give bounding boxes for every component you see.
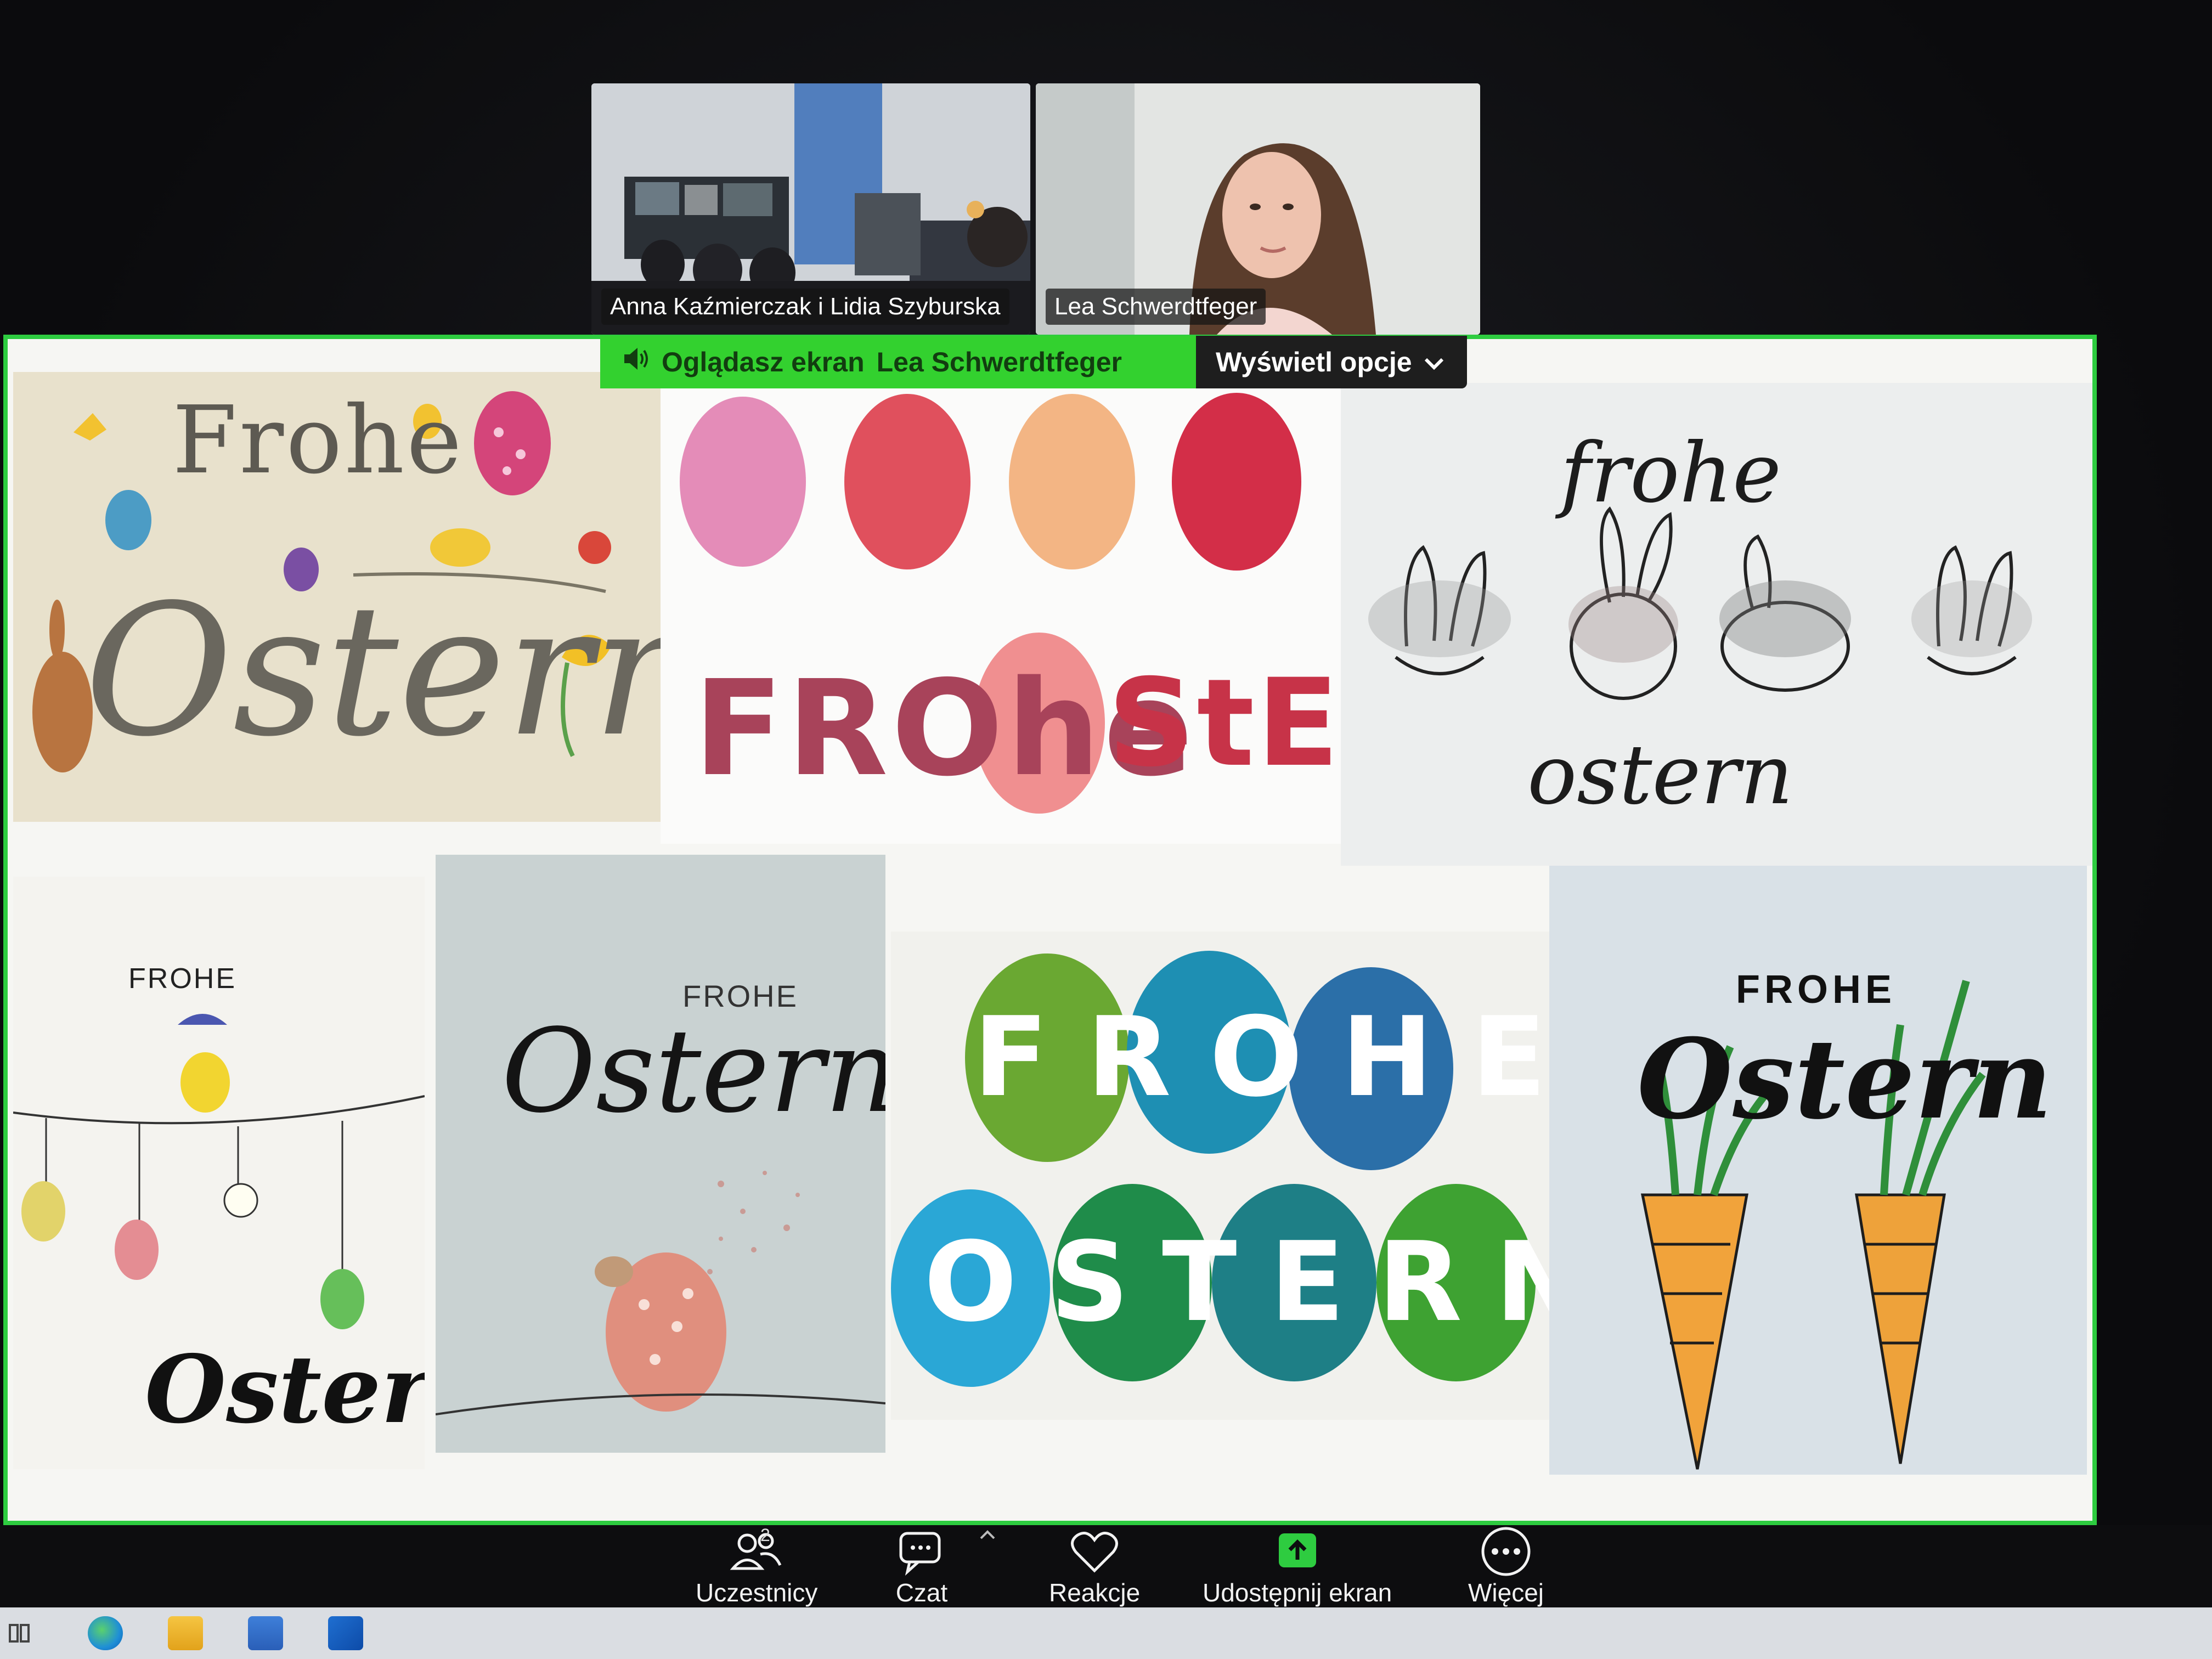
presenter-name: Lea Schwerdtfeger bbox=[876, 347, 1122, 377]
card-7-illustration bbox=[1640, 980, 1986, 1470]
participant-tile-anna-lidia[interactable]: Anna Kaźmierczak i Lidia Szyburska bbox=[591, 83, 1030, 335]
chat-button[interactable]: Czat bbox=[895, 1525, 948, 1607]
reactions-label: Reakcje bbox=[1049, 1578, 1141, 1607]
share-screen-label: Udostępnij ekran bbox=[1203, 1578, 1392, 1607]
easter-card-bunnies: frohe ostern bbox=[1341, 383, 2092, 866]
reactions-button[interactable]: Reakcje bbox=[1049, 1525, 1140, 1607]
easter-card-watercolor-eggs: FROhe StERN bbox=[661, 372, 1341, 844]
file-explorer-icon[interactable] bbox=[168, 1616, 203, 1650]
participants-icon bbox=[726, 1525, 787, 1578]
task-view-icon[interactable] bbox=[7, 1616, 32, 1650]
participants-label: Uczestnicy bbox=[696, 1578, 818, 1607]
shared-screen: Frohe Ostern FROhe StERN bbox=[3, 335, 2097, 1525]
easter-card-carrots: FROHE Ostern bbox=[1549, 866, 2087, 1475]
card-5-illustration bbox=[436, 1171, 885, 1415]
zoom-meeting-window: Anna Kaźmierczak i Lidia Szyburska Lea S… bbox=[0, 0, 2212, 1659]
participants-count: 2 bbox=[760, 1525, 770, 1545]
view-options-label: Wyświetl opcje bbox=[1216, 347, 1412, 377]
chat-label: Czat bbox=[895, 1578, 948, 1607]
easter-card-garland: FROHE Ostern bbox=[13, 877, 425, 1469]
viewing-label: Oglądasz ekran bbox=[662, 347, 865, 377]
more-icon bbox=[1479, 1525, 1533, 1578]
card-1-frohe: Frohe bbox=[172, 386, 464, 495]
speaker-icon[interactable] bbox=[622, 346, 650, 378]
view-options-button[interactable]: Wyświetl opcje bbox=[1196, 336, 1467, 388]
easter-card-colored-eggs: FROHE OSTERN bbox=[891, 932, 1549, 1420]
card-1-ostern: Ostern bbox=[84, 566, 661, 776]
share-screen-button[interactable]: Udostępnij ekran bbox=[1203, 1525, 1392, 1607]
participants-button[interactable]: 2 Uczestnicy bbox=[696, 1525, 817, 1607]
browser-edge-icon[interactable] bbox=[88, 1616, 123, 1650]
share-screen-icon bbox=[1271, 1525, 1324, 1578]
chat-icon bbox=[895, 1525, 948, 1578]
easter-card-dotted-egg: FROHE Ostern bbox=[436, 855, 885, 1453]
chevron-down-icon bbox=[1423, 346, 1445, 378]
meeting-toolbar: 2 Uczestnicy Czat Reakcje Udostępnij ekr… bbox=[0, 1525, 2212, 1607]
participant-name-label: Lea Schwerdtfeger bbox=[1046, 289, 1266, 325]
more-label: Więcej bbox=[1468, 1578, 1544, 1607]
card-4-frohe: FROHE bbox=[128, 963, 236, 995]
easter-card-pencil-ostern: Frohe Ostern bbox=[13, 372, 661, 822]
card-7-ostern: Ostern bbox=[1637, 1015, 2053, 1144]
card-5-ostern: Ostern bbox=[501, 1004, 885, 1138]
card-6-ostern: OSTERN bbox=[924, 1218, 1549, 1346]
card-6-frohe: FROHE bbox=[973, 994, 1549, 1121]
card-3-frohe: frohe bbox=[1560, 426, 1781, 521]
taskbar bbox=[0, 1607, 2212, 1659]
participant-name-label: Anna Kaźmierczak i Lidia Szyburska bbox=[601, 289, 1009, 325]
more-button[interactable]: Więcej bbox=[1468, 1525, 1544, 1607]
card-7-frohe: FROHE bbox=[1736, 968, 1896, 1012]
viewing-screen-badge: Oglądasz ekran Lea Schwerdtfeger bbox=[600, 336, 1196, 388]
outlook-icon[interactable] bbox=[328, 1616, 363, 1650]
card-3-ostern: ostern bbox=[1527, 727, 1793, 823]
chat-options-chevron-icon[interactable] bbox=[978, 1528, 997, 1544]
heart-icon bbox=[1068, 1525, 1121, 1578]
screen-share-banner: Oglądasz ekran Lea Schwerdtfeger Wyświet… bbox=[600, 336, 1467, 388]
card-4-ostern: Ostern bbox=[145, 1335, 425, 1444]
participant-tile-lea[interactable]: Lea Schwerdtfeger bbox=[1036, 83, 1480, 335]
store-icon[interactable] bbox=[248, 1616, 283, 1650]
card-2-stern: StERN bbox=[1108, 653, 1341, 793]
